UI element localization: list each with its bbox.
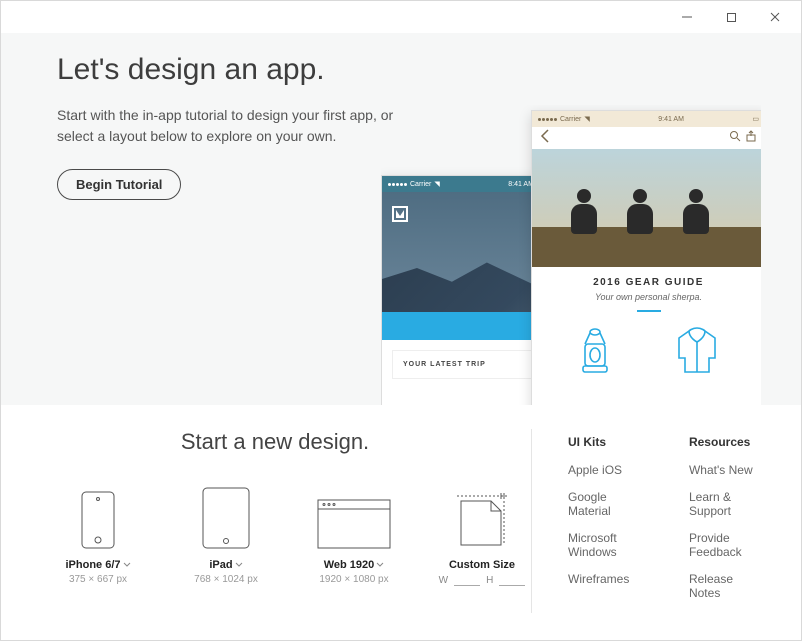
link-microsoft-windows[interactable]: Microsoft Windows [568, 531, 643, 559]
mockup-preview: Carrier◥ 8:41 AM ▭ Welcom Campvi OUR BLO… [381, 105, 761, 405]
preset-custom-label: Custom Size [449, 559, 515, 571]
col-ui-kits-heading: UI Kits [568, 435, 643, 449]
link-apple-ios[interactable]: Apple iOS [568, 463, 643, 477]
links-section: UI Kits Apple iOS Google Material Micros… [531, 429, 761, 613]
preset-web[interactable]: Web 1920 1920 × 1080 px [305, 483, 403, 586]
chevron-down-icon [123, 559, 131, 571]
begin-tutorial-button[interactable]: Begin Tutorial [57, 169, 181, 200]
mock2-carrier: Carrier [560, 116, 581, 123]
battery-icon: ▭ [752, 115, 759, 123]
link-wireframes[interactable]: Wireframes [568, 572, 643, 586]
mock2-tagline: Your own personal sherpa. [532, 292, 761, 302]
preset-iphone-label: iPhone 6/7 [65, 559, 120, 571]
preset-custom[interactable]: Custom Size W H [433, 483, 531, 586]
minimize-button[interactable] [665, 3, 709, 31]
mock1-logo-icon [392, 206, 408, 222]
share-icon [745, 129, 757, 146]
col-resources-heading: Resources [689, 435, 761, 449]
hero-heading: Let's design an app. [57, 53, 437, 87]
link-provide-feedback[interactable]: Provide Feedback [689, 531, 761, 559]
preset-ipad-label: iPad [209, 559, 232, 571]
back-icon [540, 129, 550, 148]
col-ui-kits: UI Kits Apple iOS Google Material Micros… [568, 435, 643, 613]
preset-web-label: Web 1920 [324, 559, 375, 571]
window-titlebar [1, 1, 801, 33]
mock2-title: 2016 GEAR GUIDE [532, 277, 761, 288]
jacket-icon [670, 324, 724, 383]
preset-ipad-dims: 768 × 1024 px [177, 574, 275, 585]
search-icon [729, 129, 741, 146]
maximize-button[interactable] [709, 3, 753, 31]
mock1-carrier: Carrier [410, 181, 431, 188]
custom-width-input[interactable] [454, 574, 480, 586]
custom-h-label: H [486, 575, 493, 586]
chevron-down-icon [235, 559, 243, 571]
hero-section: Let's design an app. Start with the in-a… [1, 33, 801, 405]
link-whats-new[interactable]: What's New [689, 463, 761, 477]
wifi-icon: ◥ [584, 115, 589, 123]
hero-subtext: Start with the in-app tutorial to design… [57, 105, 407, 147]
custom-height-input[interactable] [499, 574, 525, 586]
preset-iphone-dims: 375 × 667 px [49, 574, 147, 585]
custom-w-label: W [439, 575, 448, 586]
chevron-down-icon [376, 559, 384, 571]
start-heading: Start a new design. [19, 429, 531, 455]
col-resources: Resources What's New Learn & Support Pro… [689, 435, 761, 613]
mockup-phone-2: Carrier◥ 9:41 AM ▭ 2016 GEAR GUIDE [531, 110, 761, 405]
wifi-icon: ◥ [434, 180, 439, 188]
preset-web-dims: 1920 × 1080 px [305, 574, 403, 585]
preset-ipad[interactable]: iPad 768 × 1024 px [177, 483, 275, 586]
mock2-time: 9:41 AM [658, 116, 684, 123]
link-google-material[interactable]: Google Material [568, 490, 643, 518]
preset-iphone[interactable]: iPhone 6/7 375 × 667 px [49, 483, 147, 586]
lantern-icon [573, 324, 617, 383]
new-design-section: Start a new design. iPhone 6/7 375 × 667… [49, 429, 531, 613]
link-release-notes[interactable]: Release Notes [689, 572, 761, 600]
close-button[interactable] [753, 3, 797, 31]
link-learn-support[interactable]: Learn & Support [689, 490, 761, 518]
